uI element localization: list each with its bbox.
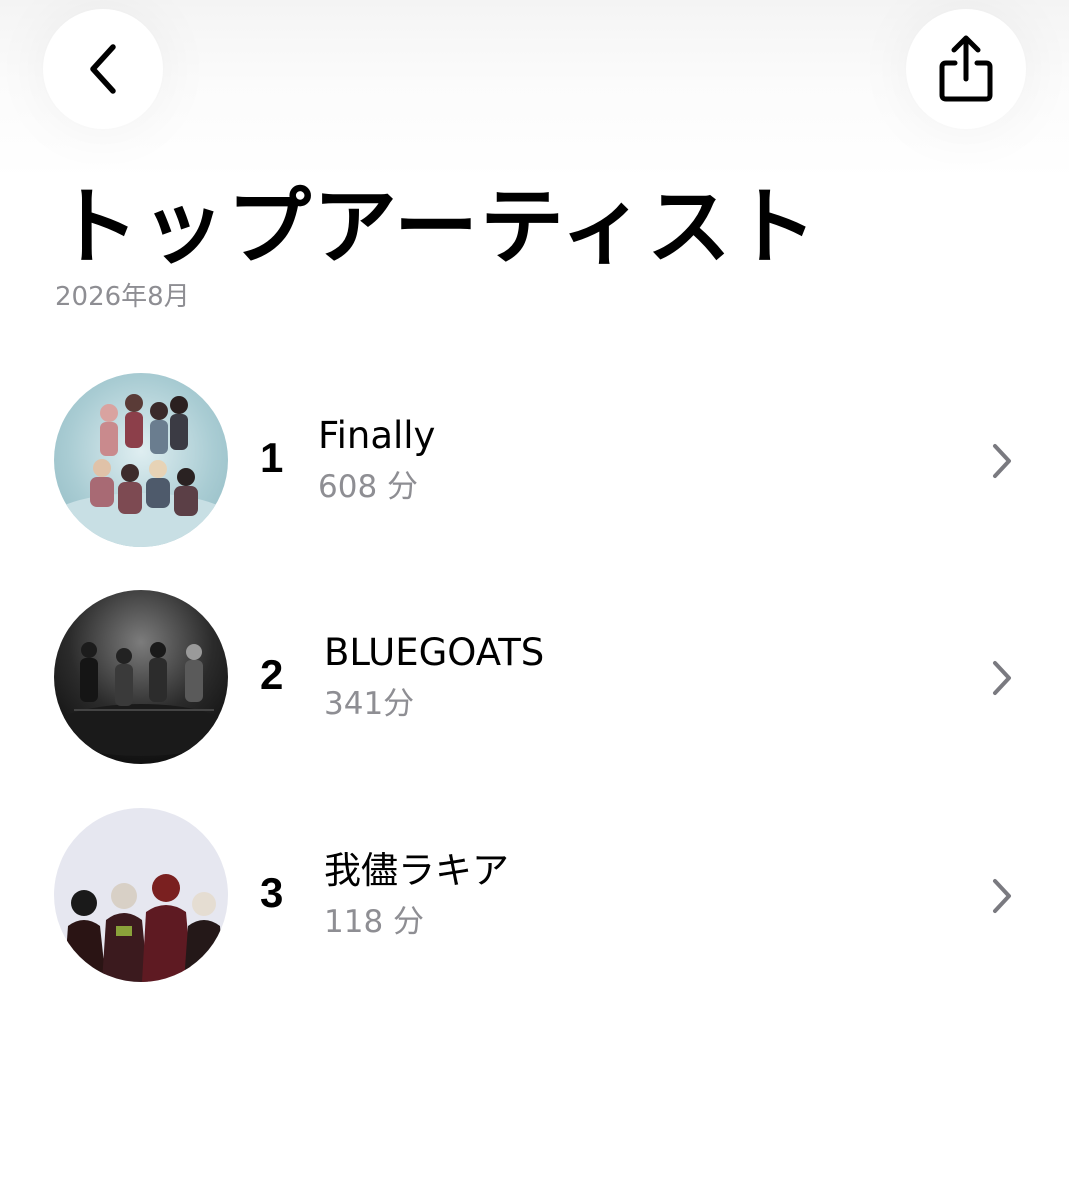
listening-minutes: 118 分 (324, 904, 425, 940)
rank-number: 3 (260, 869, 284, 916)
artist-name: BLUEGOATS (324, 631, 545, 674)
artist-avatar (54, 808, 228, 982)
share-icon (936, 33, 996, 105)
chevron-left-icon (83, 41, 123, 97)
artist-name: 我儘ラキア (324, 849, 509, 892)
rank-number: 1 (260, 434, 284, 481)
listening-minutes: 608 分 (318, 469, 419, 505)
chevron-right-icon (990, 441, 1014, 481)
artist-avatar (54, 590, 228, 764)
period-label: 2026年8月 (55, 282, 190, 312)
artist-avatar (54, 373, 228, 547)
artist-row-1[interactable]: 1 Finally 608 分 (0, 373, 1069, 553)
artist-name: Finally (318, 414, 436, 457)
share-button[interactable] (906, 9, 1026, 129)
listening-minutes: 341分 (324, 686, 415, 722)
chevron-right-icon (990, 658, 1014, 698)
rank-number: 2 (260, 651, 284, 698)
chevron-right-icon (990, 876, 1014, 916)
artist-row-2[interactable]: 2 BLUEGOATS 341分 (0, 590, 1069, 770)
artist-row-3[interactable]: 3 我儘ラキア 118 分 (0, 808, 1069, 988)
back-button[interactable] (43, 9, 163, 129)
page-title: トップアーティスト (55, 178, 819, 276)
header-background (0, 0, 1069, 180)
